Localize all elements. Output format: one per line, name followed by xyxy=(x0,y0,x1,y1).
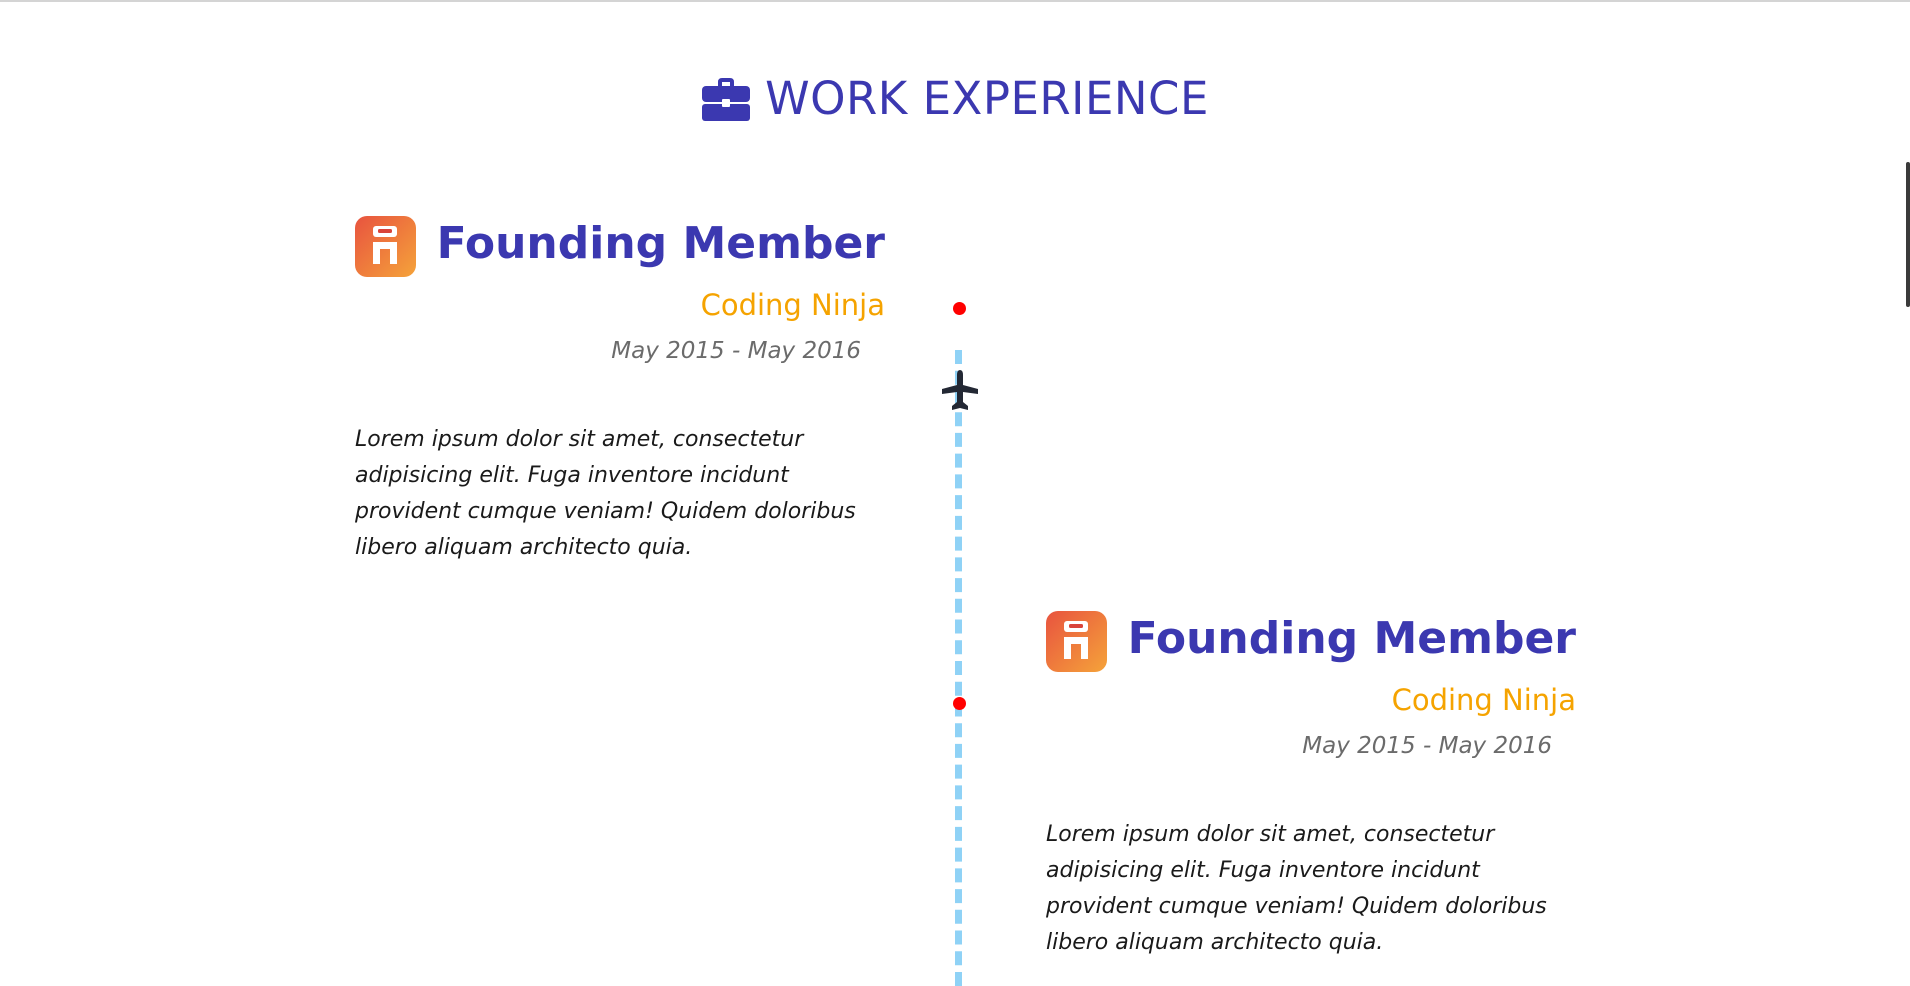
job-title: Founding Member xyxy=(436,218,885,269)
company-name: Coding Ninja xyxy=(1391,683,1576,717)
timeline-line xyxy=(955,350,962,986)
coding-ninja-logo xyxy=(1046,611,1107,672)
job-title: Founding Member xyxy=(1127,613,1576,664)
company-name: Coding Ninja xyxy=(700,288,885,322)
date-range: May 2015 - May 2016 xyxy=(611,338,861,364)
coding-ninja-logo xyxy=(355,216,416,277)
date-range: May 2015 - May 2016 xyxy=(1302,733,1552,759)
experience-entry: Founding Member Coding Ninja May 2015 - … xyxy=(355,216,885,560)
experience-entry: Founding Member Coding Ninja May 2015 - … xyxy=(1046,611,1576,955)
briefcase-icon xyxy=(702,77,751,121)
section-heading: WORK EXPERIENCE xyxy=(0,72,1910,142)
top-border xyxy=(0,0,1910,2)
scrollbar-thumb[interactable] xyxy=(1906,162,1910,307)
job-description: Lorem ipsum dolor sit amet, consectetur … xyxy=(1046,822,1547,955)
timeline-dot xyxy=(953,697,966,710)
airplane-icon xyxy=(942,370,978,410)
job-description: Lorem ipsum dolor sit amet, consectetur … xyxy=(355,427,856,560)
section-title: WORK EXPERIENCE xyxy=(765,72,1209,125)
timeline-dot xyxy=(953,302,966,315)
